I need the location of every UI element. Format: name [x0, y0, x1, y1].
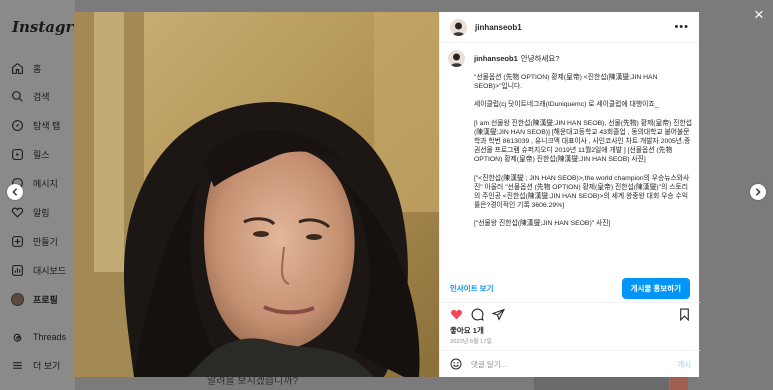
sidebar-item-label: 릴스 [33, 149, 50, 160]
sidebar-item-profile[interactable]: 프로필 [10, 289, 58, 309]
sidebar-item-label: 홈 [33, 63, 42, 74]
sidebar-item-label: Threads [33, 332, 67, 342]
next-post-button[interactable] [750, 184, 766, 200]
sidebar-item-home[interactable]: 홈 [10, 58, 41, 78]
bookmark-icon [679, 308, 689, 321]
sidebar-item-more[interactable]: 더 보기 [10, 355, 60, 375]
caption-paragraph: [I am 선물왕 진한섭(陳漢燮;JIN HAN SEOB), 선물(先物) … [474, 119, 692, 164]
sidebar-item-create[interactable]: 만들기 [10, 231, 58, 251]
share-button[interactable] [491, 308, 505, 322]
profile-avatar [10, 292, 24, 306]
comment-composer: 댓글 달기... 게시 [440, 350, 700, 377]
sidebar-item-label: 프로필 [33, 294, 58, 305]
paper-plane-icon [491, 308, 505, 321]
more-options-icon[interactable]: ••• [674, 21, 689, 33]
compass-icon [10, 118, 24, 132]
caption-username[interactable]: jinhanseob1 [474, 54, 518, 63]
comment-icon [471, 308, 484, 321]
reaction-bar [440, 302, 700, 322]
reels-icon [10, 147, 24, 161]
caption-paragraph: ["<진한섭(陳漢燮 ; JIN HAN SEOB)>,the world ch… [474, 174, 690, 210]
owner-actions: 인사이트 보기 게시물 홍보하기 [440, 271, 700, 305]
post-date: 2023년 6월 17일 [450, 339, 492, 345]
search-icon [10, 89, 24, 103]
sidebar-item-search[interactable]: 검색 [10, 86, 50, 106]
sidebar-item-label: 알림 [33, 207, 50, 218]
chevron-left-icon [12, 188, 18, 196]
portrait-image [74, 12, 439, 377]
heart-icon [10, 205, 24, 219]
sidebar-item-label: 더 보기 [33, 360, 61, 371]
save-button[interactable] [677, 308, 691, 322]
sidebar-item-reels[interactable]: 릴스 [10, 144, 50, 164]
sidebar-item-dashboard[interactable]: 대시보드 [10, 260, 66, 280]
post-username[interactable]: jinhanseob1 [475, 23, 674, 32]
emoji-icon [450, 358, 461, 370]
caption-paragraph: "선물옵션 (先物 OPTION) 황제(皇帝) <진한섭(陳漢燮;JIN HA… [474, 74, 658, 91]
caption-paragraph: ["선물왕 진한섭(陳漢燮;JIN HAN SEOB)" 사진] [474, 220, 611, 228]
avatar[interactable] [448, 50, 465, 67]
post-header: jinhanseob1 ••• [440, 12, 699, 43]
like-count[interactable]: 좋아요 1개 [450, 325, 484, 336]
post-modal: jinhanseob1 ••• jinhanseob1 안녕하세요? "선물옵션 … [74, 12, 700, 377]
like-button[interactable] [449, 308, 463, 322]
avatar[interactable] [450, 18, 467, 36]
comment-button[interactable] [470, 308, 484, 322]
sidebar-item-label: 메시지 [33, 178, 58, 189]
threads-icon [10, 330, 24, 344]
background-thumbnail [670, 376, 688, 390]
sidebar-item-label: 검색 [33, 91, 50, 102]
sidebar-item-notifications[interactable]: 알림 [10, 202, 50, 222]
close-icon[interactable]: × [750, 6, 768, 24]
dashboard-icon [10, 263, 24, 277]
menu-icon [10, 358, 24, 372]
view-insights-link[interactable]: 인사이트 보기 [450, 283, 493, 294]
previous-post-button[interactable] [7, 184, 23, 200]
emoji-button[interactable] [449, 358, 462, 371]
post-details-panel: jinhanseob1 ••• jinhanseob1 안녕하세요? "선물옵션 … [439, 12, 700, 377]
background-thumbnail [534, 376, 669, 390]
promote-post-button[interactable]: 게시물 홍보하기 [621, 277, 690, 299]
caption-paragraph: 세이클럽(cj 닷이트네그래(IDuniquemc) 로 세이클럽에 대행이죠_ [474, 101, 659, 109]
post-comment-button[interactable]: 게시 [677, 359, 691, 370]
sidebar-item-label: 만들기 [33, 236, 58, 247]
plus-square-icon [10, 234, 24, 248]
sidebar-item-explore[interactable]: 탐색 탭 [10, 115, 60, 135]
post-photo[interactable] [74, 12, 439, 377]
heart-filled-icon [450, 309, 462, 320]
sidebar-item-threads[interactable]: Threads [10, 327, 66, 347]
sidebar-item-label: 탐색 탭 [33, 120, 61, 131]
chevron-right-icon [755, 188, 761, 196]
caption-body: "선물옵션 (先物 OPTION) 황제(皇帝) <진한섭(陳漢燮;JIN HA… [474, 73, 693, 229]
comment-input[interactable]: 댓글 달기... [471, 359, 677, 370]
sidebar-item-label: 대시보드 [33, 265, 67, 276]
home-icon [10, 61, 24, 75]
caption-greeting: 안녕하세요? [520, 54, 560, 63]
post-caption: jinhanseob1 안녕하세요? "선물옵션 (先物 OPTION) 황제(皇… [448, 50, 693, 238]
